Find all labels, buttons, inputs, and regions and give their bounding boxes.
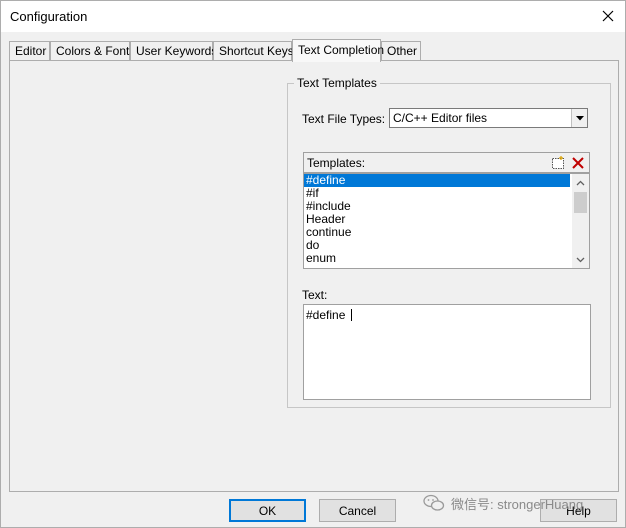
delete-template-button[interactable] [569, 154, 587, 171]
template-text: #define [306, 308, 349, 322]
tab-label: Shortcut Keys [219, 44, 294, 58]
tab-label: Other [387, 44, 418, 58]
tab-label: Colors & Fonts [56, 44, 136, 58]
title-bar: Configuration [1, 1, 625, 32]
tab-editor[interactable]: Editor [9, 41, 50, 61]
template-text-editor[interactable]: #define [303, 304, 591, 400]
close-icon [602, 10, 614, 22]
text-label: Text: [302, 288, 328, 302]
ok-label: OK [258, 503, 277, 518]
list-item[interactable]: continue [304, 226, 570, 239]
chevron-up-icon [576, 180, 585, 185]
configuration-dialog: Configuration Editor Colors & Fonts User… [0, 0, 626, 528]
tab-text-completion[interactable]: Text Completion [292, 39, 385, 62]
window-title: Configuration [10, 9, 88, 24]
dropdown-button[interactable] [571, 109, 587, 127]
file-types-dropdown[interactable]: C/C++ Editor files [389, 108, 588, 128]
ok-button[interactable]: OK [229, 499, 306, 522]
tab-label: Text Completion [298, 43, 385, 57]
tab-colors-fonts[interactable]: Colors & Fonts [50, 41, 135, 61]
tab-user-keywords[interactable]: User Keywords [130, 41, 217, 61]
templates-scrollbar[interactable] [572, 174, 589, 268]
text-caret [350, 309, 352, 321]
scroll-up-button[interactable] [572, 174, 589, 191]
watermark-text: 微信号: strongerHuang [451, 496, 584, 512]
templates-list[interactable]: #define #if #include Header continue do … [303, 173, 590, 269]
wechat-icon [423, 494, 445, 511]
tab-other[interactable]: Other [381, 41, 421, 61]
close-button[interactable] [595, 4, 621, 28]
text-templates-group: Text Templates Text File Types: C/C++ Ed… [287, 76, 611, 408]
group-title: Text Templates [294, 76, 380, 90]
delete-icon [572, 156, 584, 169]
file-types-value: C/C++ Editor files [393, 111, 488, 125]
text-completion-panel: Text Templates Text File Types: C/C++ Ed… [9, 60, 619, 492]
templates-label: Templates: [307, 156, 366, 170]
scroll-down-button[interactable] [572, 251, 589, 268]
tab-label: Editor [15, 44, 47, 58]
templates-header: Templates: [303, 152, 590, 173]
new-template-button[interactable] [549, 154, 567, 171]
file-types-label: Text File Types: [302, 112, 386, 126]
list-item[interactable]: #define [304, 174, 570, 187]
list-item[interactable]: do [304, 239, 570, 252]
cancel-button[interactable]: Cancel [319, 499, 396, 522]
scrollbar-thumb[interactable] [574, 192, 587, 213]
cancel-label: Cancel [338, 503, 377, 518]
tab-label: User Keywords [136, 44, 218, 58]
list-item[interactable]: enum [304, 252, 570, 265]
chevron-down-icon [576, 257, 585, 262]
new-document-icon [552, 155, 564, 169]
tab-shortcut-keys[interactable]: Shortcut Keys [213, 41, 294, 61]
chevron-down-icon [575, 115, 584, 120]
watermark: 微信号: strongerHuang [423, 490, 583, 516]
